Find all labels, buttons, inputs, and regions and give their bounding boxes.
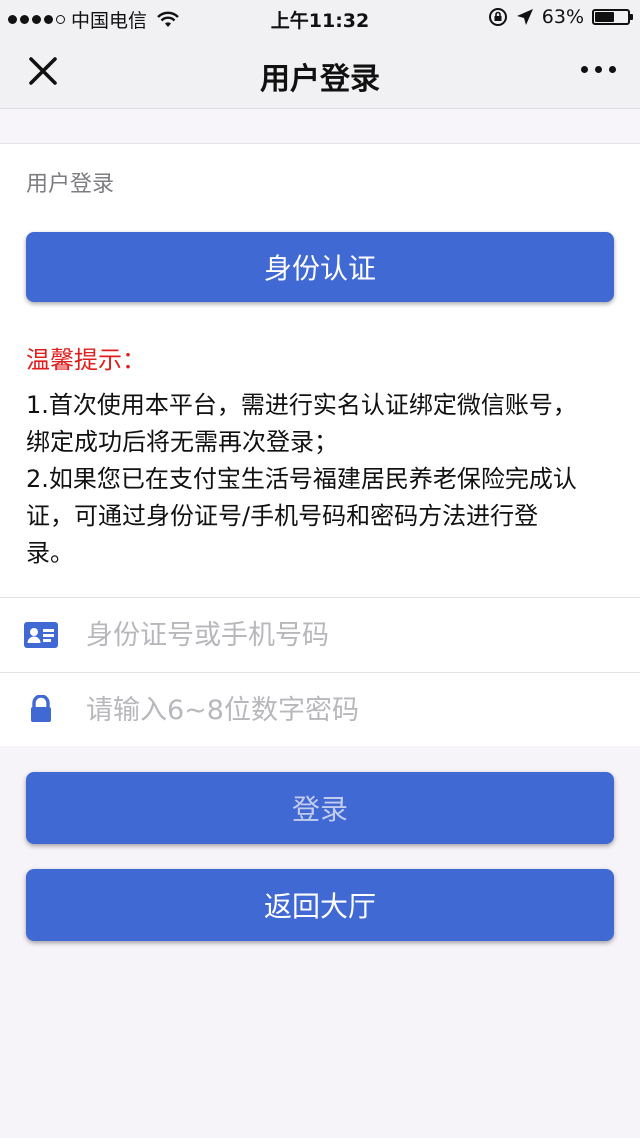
- battery-icon: [592, 9, 633, 25]
- top-spacer: [0, 109, 640, 144]
- tips-line: 录。: [26, 539, 74, 567]
- status-bar: 中国电信 上午11:32 63%: [0, 0, 640, 36]
- tips-line: 1.首次使用本平台，需进行实名认证绑定微信账号，: [26, 391, 577, 419]
- nav-bar: 用户登录: [0, 36, 640, 109]
- section-title: 用户登录: [26, 172, 115, 197]
- back-to-hall-button[interactable]: 返回大厅: [26, 869, 614, 941]
- password-field-row: [0, 672, 640, 747]
- login-card: 用户登录 身份认证 温馨提示： 1.首次使用本平台，需进行实名认证绑定微信账号，…: [0, 144, 640, 746]
- login-button[interactable]: 登录: [26, 772, 614, 844]
- more-options-icon[interactable]: [581, 66, 616, 73]
- nav-title: 用户登录: [260, 62, 380, 97]
- tips-line: 2.如果您已在支付宝生活号福建居民养老保险完成认: [26, 465, 577, 493]
- lock-icon: [31, 695, 51, 722]
- tips-heading: 温馨提示：: [26, 346, 146, 374]
- tips-block: 温馨提示： 1.首次使用本平台，需进行实名认证绑定微信账号， 绑定成功后将无需再…: [26, 340, 618, 572]
- id-field-row: [0, 597, 640, 672]
- rotation-lock-icon: [488, 8, 507, 26]
- location-arrow-icon: [516, 9, 533, 25]
- password-input[interactable]: [86, 687, 606, 733]
- identity-auth-button[interactable]: 身份认证: [26, 232, 614, 302]
- tips-line: 绑定成功后将无需再次登录；: [26, 428, 338, 456]
- tips-line: 证，可通过身份证号/手机号码和密码方法进行登: [26, 502, 539, 530]
- id-card-icon: [24, 622, 58, 648]
- status-right: 63%: [488, 6, 633, 28]
- battery-percent: 63%: [541, 6, 584, 28]
- id-input[interactable]: [86, 612, 606, 658]
